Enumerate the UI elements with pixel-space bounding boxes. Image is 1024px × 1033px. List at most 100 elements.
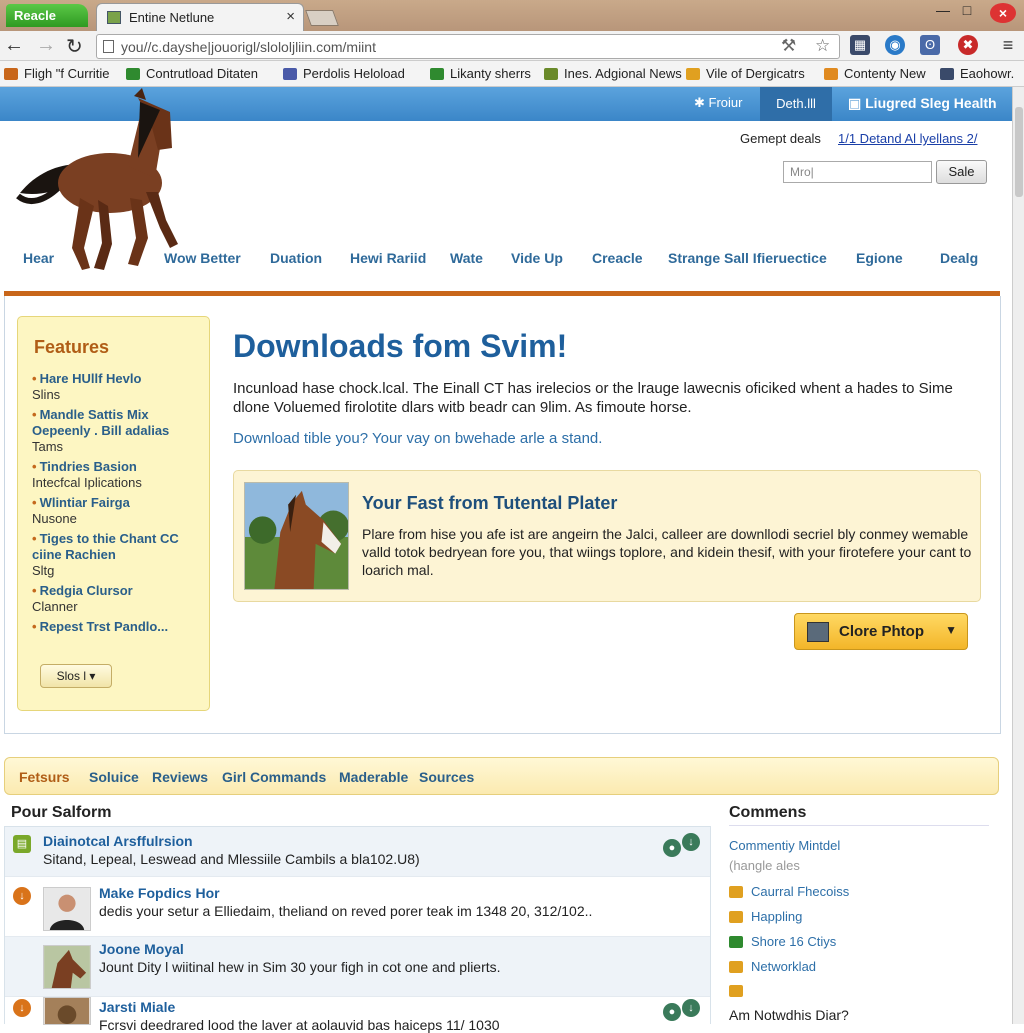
forum-row[interactable]: ↓ Jarsti Miale Fcrsvi deedrared lood the… bbox=[5, 997, 710, 1033]
tab-soluice[interactable]: Soluice bbox=[89, 769, 139, 785]
feature-item[interactable]: • Wlintiar Fairga Nusone bbox=[32, 495, 204, 527]
forum-row-title[interactable]: Joone Moyal bbox=[99, 941, 184, 957]
stop-icon[interactable]: ✖ bbox=[958, 35, 978, 55]
menu-icon[interactable]: ≡ bbox=[998, 35, 1018, 55]
nav-item[interactable]: Wate bbox=[450, 250, 483, 266]
download-icon: ↓ bbox=[13, 999, 31, 1017]
reply-icon[interactable]: ● bbox=[663, 839, 681, 857]
feature-item[interactable]: • Tiges to thie Chant CC ciine Rachien Slt… bbox=[32, 531, 204, 579]
nav-item[interactable]: Dealg bbox=[940, 250, 978, 266]
tab-sources[interactable]: Sources bbox=[419, 769, 474, 785]
bullet-icon: • bbox=[32, 371, 37, 386]
maximize-icon[interactable]: □ bbox=[956, 2, 978, 18]
forum-row[interactable]: ▤ Diainotcal Arsffulrsion Sitand, Lepeal… bbox=[5, 827, 710, 877]
bookmark-icon bbox=[544, 67, 558, 80]
back-arrow-icon[interactable]: ← bbox=[4, 34, 24, 57]
bookmark-item[interactable]: Likanty sherrs bbox=[430, 66, 531, 81]
nav-item[interactable]: Strange Sall Ifieruectice bbox=[668, 250, 827, 266]
bookmark-star-icon[interactable]: ☆ bbox=[815, 36, 830, 56]
clone-photo-button[interactable]: Clore Phtop ▼ bbox=[794, 613, 968, 650]
feature-item[interactable]: • Hare HUllf Hevlo Slins bbox=[32, 371, 204, 403]
search-input[interactable]: Mro| bbox=[783, 161, 932, 183]
tab-commands[interactable]: Girl Commands bbox=[222, 769, 326, 785]
comment-icon bbox=[729, 985, 743, 997]
top-bar-health-link[interactable]: ▣ Liugred Sleg Health bbox=[848, 95, 997, 112]
forum-row-title[interactable]: Diainotcal Arsffulrsion bbox=[43, 833, 193, 849]
forum-row[interactable]: Joone Moyal Jount Dity l wiitinal hew in… bbox=[5, 937, 710, 997]
forum-row[interactable]: ↓ Make Fopdics Hor dedis your setur a El… bbox=[5, 877, 710, 937]
bookmark-item[interactable]: Fligh "f Curritie bbox=[4, 66, 110, 81]
feature-item[interactable]: • Redgia Clursor Clanner bbox=[32, 583, 204, 615]
new-tab-button[interactable] bbox=[305, 10, 339, 26]
download-icon[interactable]: ↓ bbox=[682, 999, 700, 1017]
forward-arrow-icon[interactable]: → bbox=[36, 34, 56, 57]
tab-maderable[interactable]: Maderable bbox=[339, 769, 408, 785]
wrench-icon[interactable]: ⚒ bbox=[781, 36, 796, 56]
nav-item[interactable]: Wow Better bbox=[164, 250, 241, 266]
bookmark-item[interactable]: Vile of Dergicatrs bbox=[686, 66, 805, 81]
comment-link[interactable]: Commentiy Mintdel bbox=[729, 838, 840, 853]
comment-link[interactable]: Happling bbox=[729, 909, 802, 924]
nav-item[interactable]: Creacle bbox=[592, 250, 643, 266]
page-icon bbox=[103, 40, 114, 53]
tab-reviews[interactable]: Reviews bbox=[152, 769, 208, 785]
url-text[interactable]: you//c.dayshe|jouorigl/slololjliin.com/m… bbox=[121, 39, 376, 55]
avatar bbox=[43, 997, 91, 1025]
top-bar-link[interactable]: ✱ Froiur bbox=[694, 95, 742, 111]
scrollbar-thumb[interactable] bbox=[1015, 107, 1023, 197]
features-list: • Hare HUllf Hevlo Slins • Mandle Sattis Mi… bbox=[32, 371, 204, 639]
tab-features[interactable]: Fetsurs bbox=[19, 769, 70, 785]
deals-link[interactable]: 1/1 Detand Al lyellans 2/ bbox=[838, 131, 977, 146]
nav-item[interactable]: Egione bbox=[856, 250, 903, 266]
forum-row-body: Jount Dity l wiitinal hew in Sim 30 your… bbox=[99, 959, 501, 975]
bullet-icon: • bbox=[32, 531, 37, 546]
hero-link[interactable]: Download tible you? Your vay on bwehade … bbox=[233, 430, 602, 447]
comment-link[interactable]: Networklad bbox=[729, 959, 816, 974]
minimize-icon[interactable]: — bbox=[932, 2, 954, 18]
feature-item[interactable]: • Repest Trst Pandlo... bbox=[32, 619, 204, 635]
reply-icon[interactable]: ● bbox=[663, 1003, 681, 1021]
bookmark-item[interactable]: Contrutload Ditaten bbox=[126, 66, 258, 81]
chat-icon[interactable]: ◉ bbox=[885, 35, 905, 55]
tab-favicon-icon bbox=[107, 11, 121, 24]
bookmark-item[interactable]: Contenty New bbox=[824, 66, 926, 81]
comment-icon bbox=[729, 935, 743, 948]
nav-item[interactable]: Duation bbox=[270, 250, 322, 266]
horse-photo[interactable] bbox=[244, 482, 349, 590]
download-icon[interactable]: ↓ bbox=[682, 833, 700, 851]
bookmark-item[interactable]: Perdolis Heloload bbox=[283, 66, 405, 81]
forum-row-title[interactable]: Make Fopdics Hor bbox=[99, 885, 220, 901]
features-dropdown-button[interactable]: Slos l ▾ bbox=[40, 664, 112, 688]
hero-description: Incunload hase chock.lcal. The Einall CT… bbox=[233, 380, 953, 416]
nav-item[interactable]: Hewi Rariid bbox=[350, 250, 426, 266]
browser-menu-button[interactable]: Reacle bbox=[6, 4, 88, 27]
comment-link[interactable]: Shore 16 Ctiys bbox=[729, 934, 836, 949]
search-button[interactable]: Sale bbox=[936, 160, 987, 184]
bookmark-item[interactable]: Ines. Adgional News bbox=[544, 66, 682, 81]
nav-item[interactable]: Hear bbox=[23, 250, 54, 266]
nav-item[interactable]: Vide Up bbox=[511, 250, 563, 266]
comment-icon bbox=[729, 885, 743, 898]
feature-item[interactable]: • Tindries Basion Intecfcal Iplications bbox=[32, 459, 204, 491]
bullet-icon: • bbox=[32, 459, 37, 474]
top-bar-deal-tab[interactable]: Deth.lll bbox=[760, 87, 832, 121]
shield-icon[interactable]: ʘ bbox=[920, 35, 940, 55]
extension-icon[interactable]: ▦ bbox=[850, 35, 870, 55]
bullet-icon: • bbox=[32, 583, 37, 598]
tab-close-icon[interactable]: × bbox=[286, 8, 295, 25]
comment-question[interactable]: Am Notwdhis Diar? bbox=[729, 1007, 849, 1023]
main-nav: Hear Wow Better Duation Hewi Rariid Wate… bbox=[0, 250, 1010, 270]
bookmark-item[interactable]: Eaohowr. bbox=[940, 66, 1014, 81]
chevron-down-icon: ▾ bbox=[89, 669, 96, 683]
bullet-icon: • bbox=[32, 619, 37, 634]
reload-icon[interactable]: ↻ bbox=[66, 34, 83, 59]
window-close-icon[interactable]: × bbox=[990, 3, 1016, 23]
comment-link[interactable]: Caurral Fhecoiss bbox=[729, 884, 849, 899]
address-bar[interactable]: you//c.dayshe|jouorigl/slololjliin.com/m… bbox=[96, 34, 840, 59]
avatar bbox=[43, 945, 91, 989]
page-scrollbar[interactable] bbox=[1012, 87, 1024, 1024]
feature-item[interactable]: • Mandle Sattis Mix Oepeenly . Bill adali… bbox=[32, 407, 204, 455]
bullet-icon: • bbox=[32, 495, 37, 510]
browser-tab[interactable]: Entine Netlune × bbox=[96, 3, 304, 31]
forum-row-title[interactable]: Jarsti Miale bbox=[99, 999, 175, 1015]
